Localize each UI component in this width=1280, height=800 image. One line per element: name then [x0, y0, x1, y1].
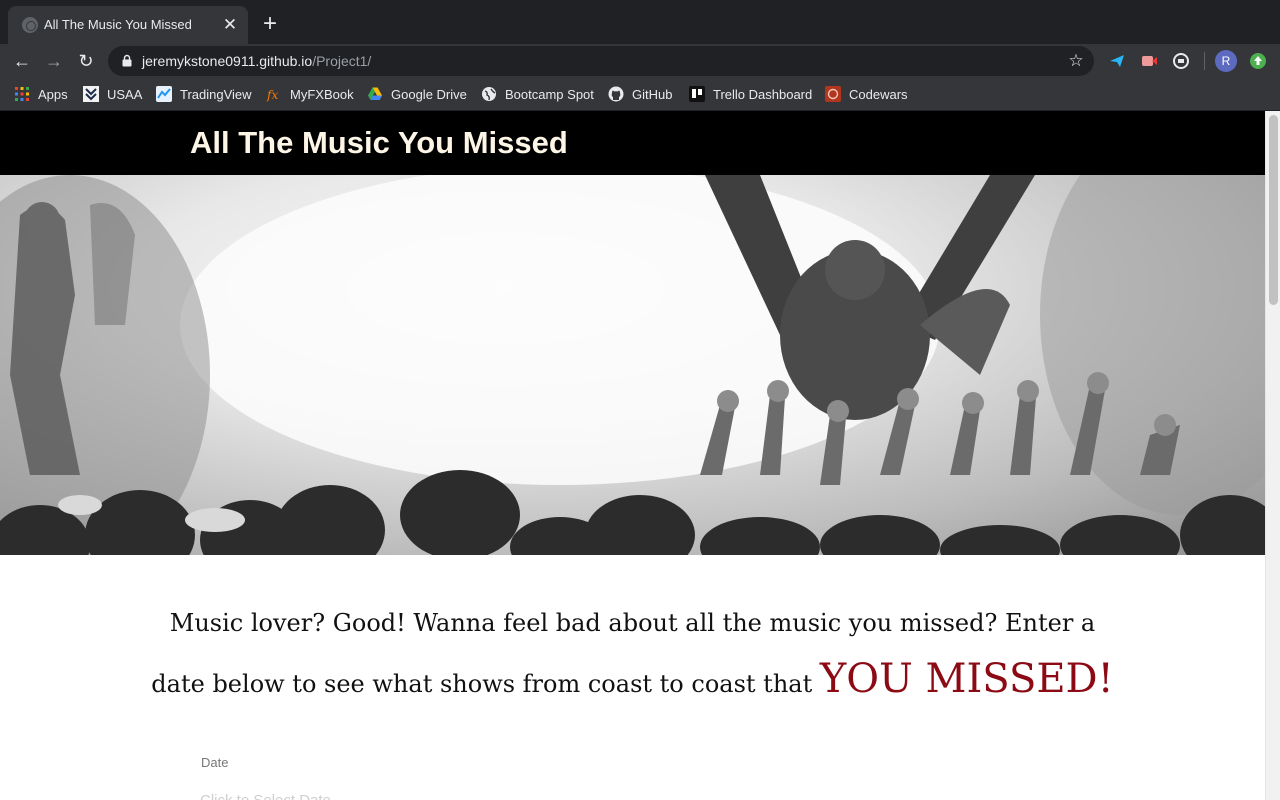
intro-message: Music lover? Good! Wanna feel bad about … [150, 595, 1115, 712]
scrollbar-thumb[interactable] [1269, 115, 1278, 305]
toolbar-divider [1204, 52, 1205, 70]
svg-text:fx: fx [266, 88, 278, 102]
apps-grid-icon [15, 87, 29, 101]
bookmark-label: MyFXBook [290, 86, 354, 102]
bookmark-star-icon[interactable]: ☆ [1066, 51, 1086, 71]
date-label: Date [201, 755, 229, 770]
tab-title: All The Music You Missed [44, 17, 192, 32]
site-header: All The Music You Missed [0, 111, 1265, 175]
forward-arrow-icon[interactable]: → [42, 49, 66, 73]
github-icon [608, 86, 624, 102]
bookmark-label: Google Drive [391, 86, 467, 102]
bookmark-label: Trello Dashboard [713, 86, 813, 102]
globe-icon [22, 17, 38, 33]
bookmark-codewars[interactable]: Codewars [825, 85, 908, 103]
myfxbook-icon: fx [266, 88, 278, 102]
hero-concert-photo [0, 175, 1265, 555]
bookmark-tradingview[interactable]: TradingView [156, 85, 252, 103]
reload-icon[interactable]: ↻ [74, 49, 98, 73]
bookmark-bootcamp-spot[interactable]: Bootcamp Spot [481, 85, 594, 103]
extension-send-icon[interactable] [1108, 52, 1126, 70]
bookmark-github[interactable]: GitHub [608, 85, 672, 103]
url-host: jeremykstone0911.github.io [142, 53, 313, 69]
bookmark-label: TradingView [180, 86, 252, 102]
page-scrollbar[interactable] [1265, 111, 1280, 800]
bookmarks-bar: Apps USAA TradingView fx MyFXBook Google… [0, 78, 1280, 111]
update-arrow-icon[interactable] [1249, 52, 1267, 70]
tradingview-icon [156, 86, 172, 102]
google-drive-icon [368, 87, 382, 100]
crowd-surfer-illustration [0, 175, 1265, 555]
globe-icon [482, 87, 496, 101]
address-bar[interactable]: jeremykstone0911.github.io/Project1/ ☆ [108, 46, 1094, 76]
bookmark-myfxbook[interactable]: fx MyFXBook [266, 85, 354, 103]
you-missed-emphasis: YOU MISSED! [819, 656, 1114, 702]
page-viewport: All The Music You Missed Music lover? Go… [0, 111, 1280, 800]
bookmark-label: Apps [38, 86, 68, 102]
site-title: All The Music You Missed [190, 125, 568, 160]
browser-toolbar: ← → ↻ jeremykstone0911.github.io/Project… [0, 44, 1280, 78]
codewars-icon [825, 86, 841, 102]
lock-icon [122, 54, 132, 67]
bookmark-google-drive[interactable]: Google Drive [367, 85, 467, 103]
trello-icon [689, 86, 705, 102]
url-text: jeremykstone0911.github.io/Project1/ [142, 53, 371, 69]
back-arrow-icon[interactable]: ← [10, 49, 34, 73]
close-tab-icon[interactable]: ✕ [220, 15, 240, 35]
bookmark-label: GitHub [632, 86, 673, 102]
usaa-icon [83, 86, 99, 102]
bookmark-usaa[interactable]: USAA [83, 85, 142, 103]
date-picker-input[interactable] [200, 785, 700, 800]
extension-circle-icon[interactable] [1172, 52, 1190, 70]
bookmark-label: Codewars [849, 86, 908, 102]
bookmark-trello-dashboard[interactable]: Trello Dashboard [689, 85, 812, 103]
profile-avatar[interactable]: R [1215, 50, 1237, 72]
new-tab-button[interactable]: + [258, 12, 282, 36]
extension-video-icon[interactable] [1140, 52, 1158, 70]
bookmark-apps[interactable]: Apps [14, 85, 68, 103]
bookmark-label: USAA [107, 86, 143, 102]
browser-tab-strip: All The Music You Missed ✕ + [0, 0, 1280, 44]
bookmark-label: Bootcamp Spot [505, 86, 594, 102]
url-path: /Project1/ [312, 53, 372, 69]
browser-tab[interactable]: All The Music You Missed ✕ [8, 6, 248, 44]
